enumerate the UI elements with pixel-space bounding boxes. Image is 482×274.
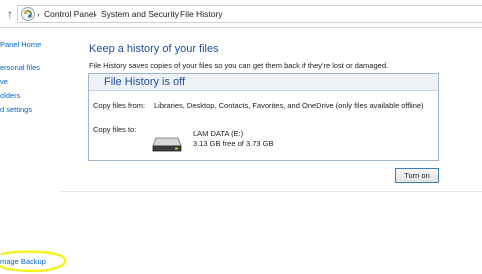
page-description: File History saves copies of your files … (89, 61, 389, 70)
page-title: Keep a history of your files (89, 43, 219, 55)
breadcrumb-control-panel[interactable]: Control Panel (44, 6, 96, 22)
breadcrumb-separator: › (172, 9, 175, 19)
sidebar-item-restore-personal-files[interactable]: ersonal files (0, 63, 40, 73)
highlight-annotation (0, 250, 67, 273)
sidebar-control-panel-home[interactable]: Panel Home (0, 40, 41, 50)
breadcrumb-separator: › (94, 9, 97, 19)
up-arrow-icon[interactable]: ↑ (4, 7, 16, 21)
sidebar-item-select-drive[interactable]: ve (0, 77, 8, 87)
sidebar-item-exclude-folders[interactable]: olders (0, 91, 20, 101)
breadcrumb-file-history[interactable]: File History (180, 6, 223, 22)
sidebar-item-advanced-settings[interactable]: d settings (0, 105, 32, 115)
turn-on-button[interactable]: Turn on (395, 168, 439, 183)
status-text: File History is off (104, 76, 186, 88)
drive-space: 3.13 GB free of 3.73 GB (193, 139, 274, 148)
copy-to-label: Copy files to: (93, 125, 137, 134)
hard-drive-icon (152, 137, 182, 152)
copy-from-value: Libraries, Desktop, Contacts, Favorites,… (154, 101, 424, 110)
divider (60, 191, 482, 192)
drive-name: LAM DATA (E:) (193, 129, 244, 138)
breadcrumb-separator: › (37, 9, 40, 19)
breadcrumb-system-and-security[interactable]: System and Security (101, 6, 179, 22)
control-panel-icon (21, 7, 35, 21)
copy-from-label: Copy files from: (93, 101, 146, 110)
